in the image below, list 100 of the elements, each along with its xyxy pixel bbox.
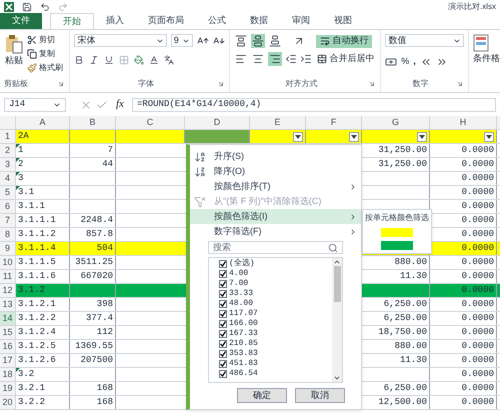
- ribbon-tab[interactable]: 页面布局: [136, 13, 196, 29]
- ribbon-tab[interactable]: 文件: [0, 13, 42, 29]
- menu-item[interactable]: 按颜色筛选(I): [190, 209, 361, 224]
- percent-button[interactable]: %: [401, 55, 410, 68]
- dialog-launcher-icon[interactable]: [368, 80, 376, 88]
- conditional-format-button[interactable]: 条件格: [473, 52, 500, 66]
- format-painter-button[interactable]: 格式刷: [27, 62, 63, 74]
- undo-icon[interactable]: [40, 2, 50, 12]
- underline-icon[interactable]: [104, 55, 114, 65]
- vertical-align-icon[interactable]: [268, 34, 282, 48]
- filter-dropdown-button[interactable]: [484, 132, 494, 142]
- column-header[interactable]: D: [185, 116, 250, 129]
- checkbox[interactable]: [219, 370, 227, 378]
- row-header[interactable]: 8: [0, 228, 16, 241]
- row-header[interactable]: 3: [0, 158, 16, 171]
- ribbon-tab[interactable]: 公式: [196, 13, 238, 29]
- currency-icon[interactable]: [385, 56, 398, 68]
- row-header[interactable]: 13: [0, 298, 16, 311]
- comma-button[interactable]: ,: [413, 55, 416, 68]
- checkbox[interactable]: [219, 320, 227, 328]
- ribbon-tab[interactable]: 开始: [50, 13, 94, 29]
- vertical-align-icon[interactable]: [234, 34, 248, 48]
- filter-dropdown-button[interactable]: [417, 132, 427, 142]
- dialog-button[interactable]: 取消: [295, 388, 345, 403]
- column-header[interactable]: E: [250, 116, 306, 129]
- decrease-indent-icon[interactable]: [285, 53, 298, 65]
- vertical-align-icon[interactable]: [251, 34, 266, 48]
- scrollbar[interactable]: [332, 258, 342, 382]
- ribbon-tab[interactable]: 插入: [94, 13, 136, 29]
- insert-function-button[interactable]: fx: [112, 96, 128, 113]
- enter-icon[interactable]: [96, 98, 108, 110]
- scroll-down-icon[interactable]: [333, 374, 341, 382]
- column-header[interactable]: B: [70, 116, 116, 129]
- ribbon-tab[interactable]: 视图: [322, 13, 364, 29]
- row-header[interactable]: 14: [0, 312, 16, 325]
- horizontal-align-icon[interactable]: [234, 52, 248, 66]
- formula-field[interactable]: =ROUND(E14*G14/10000,4): [132, 98, 496, 112]
- checkbox[interactable]: [219, 290, 227, 298]
- excel-logo-icon[interactable]: [4, 2, 14, 12]
- row-header[interactable]: 20: [0, 396, 16, 409]
- border-icon[interactable]: [119, 55, 130, 65]
- italic-icon[interactable]: [89, 55, 100, 65]
- dialog-launcher-icon[interactable]: [456, 80, 464, 88]
- menu-item[interactable]: 降序(O): [190, 164, 361, 179]
- font-size-field[interactable]: 9: [170, 34, 194, 47]
- color-swatch[interactable]: [381, 228, 413, 237]
- row-header[interactable]: 7: [0, 214, 16, 227]
- color-swatch[interactable]: [381, 241, 413, 250]
- row-header[interactable]: 6: [0, 200, 16, 213]
- row-header[interactable]: 2: [0, 144, 16, 157]
- font-color-icon[interactable]: [149, 55, 160, 65]
- row-header[interactable]: 18: [0, 368, 16, 381]
- search-field[interactable]: 搜索: [208, 241, 343, 254]
- increase-font-icon[interactable]: [197, 34, 210, 46]
- number-format-field[interactable]: 数值: [385, 34, 464, 47]
- row-header[interactable]: 19: [0, 382, 16, 395]
- bold-icon[interactable]: [74, 55, 84, 65]
- increase-indent-icon[interactable]: [300, 53, 312, 65]
- menu-item[interactable]: 数字筛选(F): [190, 224, 361, 239]
- row-header[interactable]: 12: [0, 284, 16, 297]
- menu-item[interactable]: 升序(S): [190, 149, 361, 164]
- redo-icon[interactable]: [58, 2, 68, 12]
- scroll-up-icon[interactable]: [333, 258, 341, 266]
- column-header[interactable]: F: [306, 116, 362, 129]
- column-header[interactable]: H: [430, 116, 497, 129]
- scrollbar-thumb[interactable]: [334, 266, 340, 302]
- merge-center-button[interactable]: 合并后居中: [315, 52, 376, 66]
- row-header[interactable]: 4: [0, 172, 16, 185]
- decrease-font-icon[interactable]: [213, 34, 226, 46]
- ribbon-tab[interactable]: 数据: [238, 13, 280, 29]
- phonetic-icon[interactable]: [164, 55, 174, 65]
- row-header[interactable]: 9: [0, 242, 16, 255]
- font-name-field[interactable]: 宋体: [74, 34, 167, 47]
- checkbox[interactable]: [219, 260, 227, 268]
- ribbon-tab[interactable]: 审阅: [280, 13, 322, 29]
- cut-button[interactable]: 剪切: [27, 34, 63, 46]
- column-header[interactable]: C: [116, 116, 185, 129]
- dialog-launcher-icon[interactable]: [217, 80, 226, 88]
- column-header[interactable]: A: [16, 116, 70, 129]
- row-header[interactable]: 11: [0, 270, 16, 283]
- dialog-launcher-icon[interactable]: [57, 80, 66, 88]
- paste-button[interactable]: 粘贴: [4, 34, 24, 80]
- dialog-button[interactable]: 确定: [237, 388, 287, 403]
- wrap-text-button[interactable]: 自动换行: [316, 34, 372, 48]
- horizontal-align-icon[interactable]: [268, 52, 282, 66]
- checkbox[interactable]: [219, 280, 227, 288]
- copy-button[interactable]: 复制: [27, 48, 63, 60]
- checkbox[interactable]: [219, 350, 227, 358]
- row-header[interactable]: 17: [0, 354, 16, 367]
- horizontal-align-icon[interactable]: [251, 52, 266, 66]
- cancel-icon[interactable]: [80, 98, 92, 110]
- row-header[interactable]: 5: [0, 186, 16, 199]
- row-header[interactable]: 1: [0, 130, 16, 143]
- row-header[interactable]: 15: [0, 326, 16, 339]
- checkbox[interactable]: [219, 270, 227, 278]
- checkbox[interactable]: [219, 300, 227, 308]
- checkbox[interactable]: [219, 340, 227, 348]
- column-header[interactable]: G: [362, 116, 430, 129]
- menu-item[interactable]: 按颜色排序(T): [190, 179, 361, 194]
- checkbox[interactable]: [219, 310, 227, 318]
